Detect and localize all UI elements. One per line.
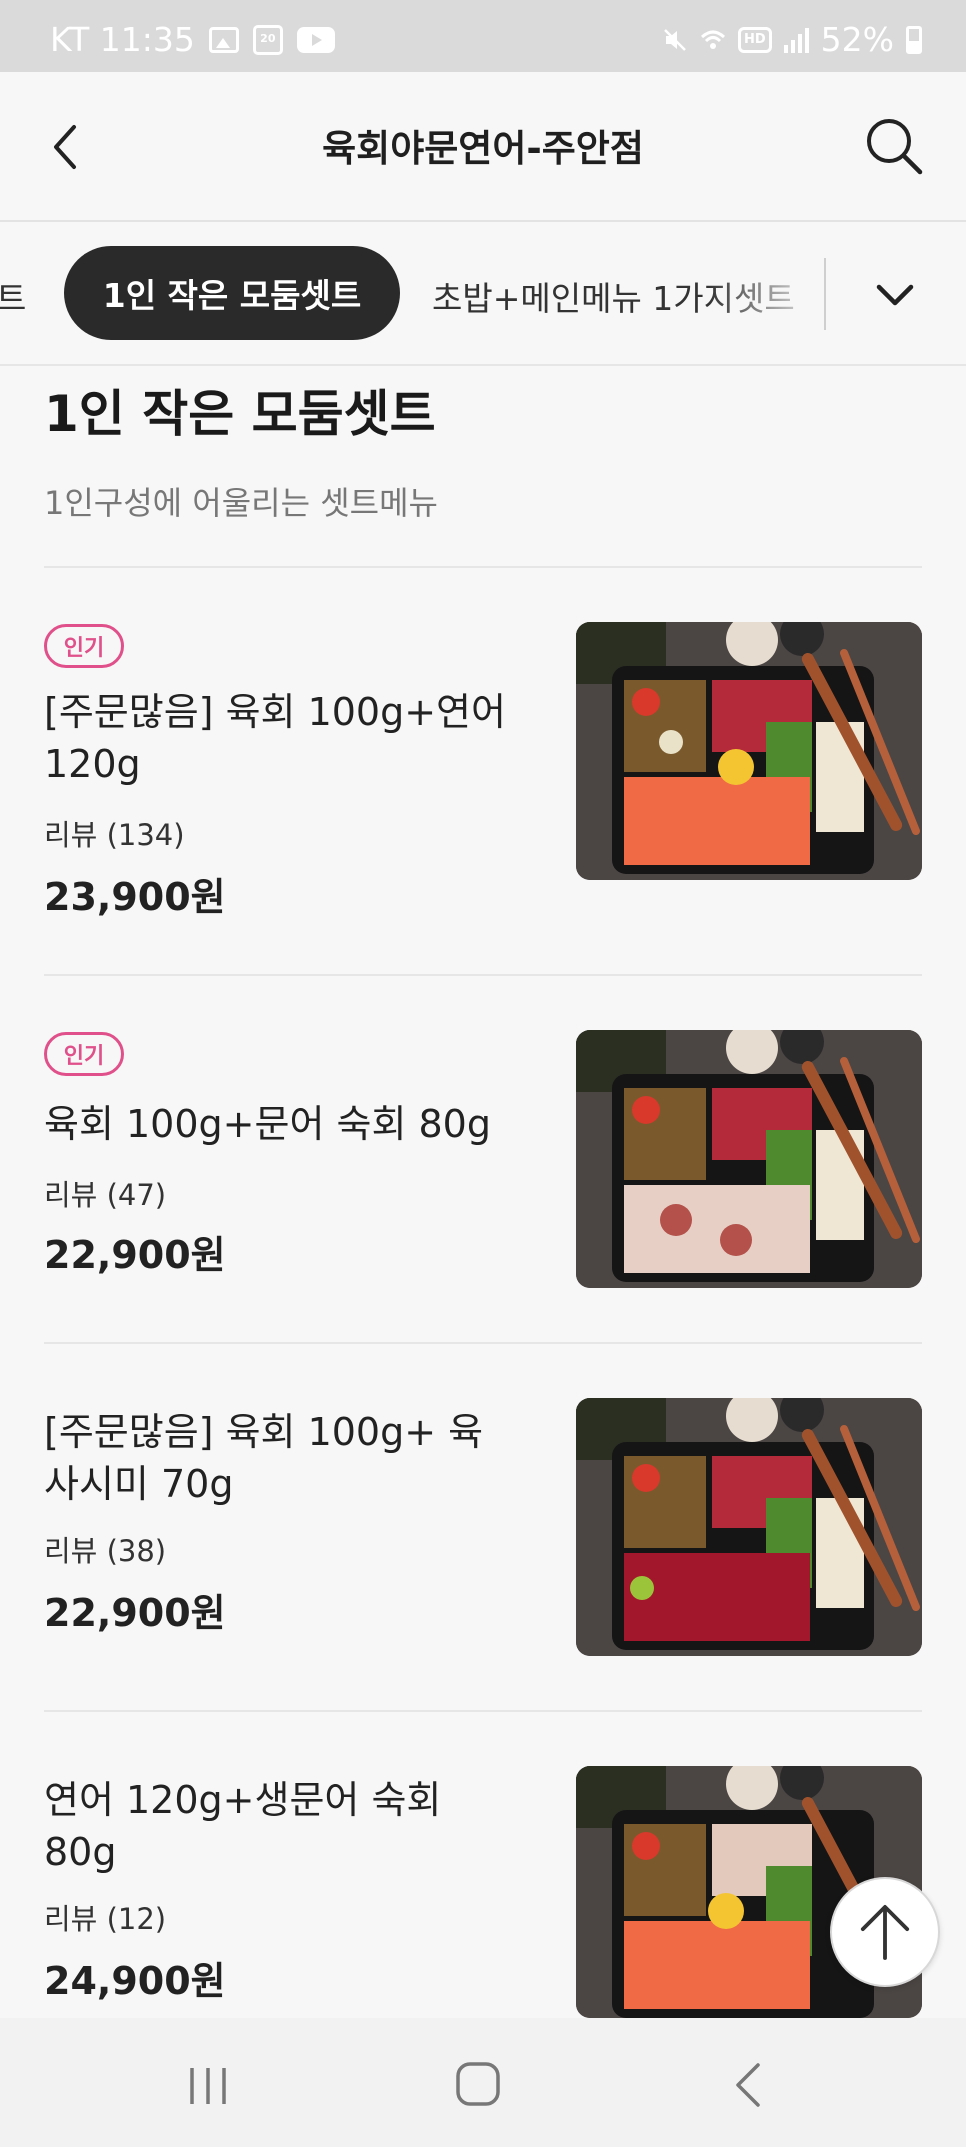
menu-item-price: 24,900원: [44, 1959, 226, 2003]
battery-percent: 52%: [820, 20, 894, 59]
menu-item-name: [주문많음] 육회 100g+ 육사시미 70g: [44, 1410, 484, 1506]
popular-badge: 인기: [44, 624, 124, 668]
twenty-notification-icon: 20: [252, 24, 283, 55]
tab-next[interactable]: 초밥+메인메뉴 1가지셋트: [432, 272, 827, 320]
signal-icon: [783, 27, 809, 53]
menu-item-review: 리뷰 (134): [44, 818, 185, 852]
youtube-notification-icon: [296, 26, 335, 53]
section-description: 1인구성에 어울리는 셋트메뉴: [44, 484, 438, 522]
tab-active[interactable]: 1인 작은 모둠셋트: [64, 246, 400, 340]
hd-voice-icon: HD: [737, 26, 772, 53]
menu-item[interactable]: [주문많음] 육회 100g+ 육사시미 70g 리뷰 (38) 22,900원: [44, 1398, 922, 1656]
search-icon[interactable]: [860, 112, 928, 180]
gallery-notification-icon: [208, 26, 239, 53]
menu-item-review: 리뷰 (38): [44, 1534, 167, 1568]
carrier-time: KT 11:35: [50, 20, 195, 59]
menu-item-name: 육회 100g+문어 숙회 80g: [44, 1102, 491, 1146]
battery-icon: [906, 25, 922, 54]
menu-item-price: 22,900원: [44, 1591, 226, 1635]
menu-item-price: 23,900원: [44, 875, 226, 919]
section-title: 1인 작은 모둠셋트: [44, 385, 436, 443]
arrow-up-icon[interactable]: [830, 1877, 940, 1987]
status-left: KT 11:35 20: [50, 20, 335, 59]
menu-item[interactable]: 인기 육회 100g+문어 숙회 80g 리뷰 (47) 22,900원: [44, 1030, 922, 1288]
status-bar: KT 11:35 20 HD 52%: [0, 0, 966, 72]
category-tabs: 트 1인 작은 모둠셋트 초밥+메인메뉴 1가지셋트: [0, 224, 966, 366]
menu-item-image: [576, 1030, 922, 1288]
nav-back-icon[interactable]: [728, 2060, 772, 2110]
tab-previous[interactable]: 트: [0, 272, 26, 320]
menu-item-image: [576, 622, 922, 880]
chevron-down-icon[interactable]: [870, 270, 920, 320]
divider: [44, 974, 922, 976]
menu-item-price: 22,900원: [44, 1233, 226, 1277]
app-header: 육회야문연어-주안점: [0, 72, 966, 222]
menu-item-name: 연어 120g+생문어 숙회 80g: [44, 1778, 442, 1874]
menu-item-review: 리뷰 (12): [44, 1902, 167, 1936]
menu-item-image: [576, 1398, 922, 1656]
tab-divider: [824, 258, 826, 330]
home-icon[interactable]: [454, 2060, 502, 2108]
status-right: HD 52%: [662, 20, 922, 59]
recents-icon[interactable]: [186, 2064, 230, 2108]
menu-item-name: [주문많음] 육회 100g+연어 120g: [44, 690, 506, 786]
menu-item[interactable]: 연어 120g+생문어 숙회 80g 리뷰 (12) 24,900원: [44, 1766, 922, 2018]
divider: [44, 1342, 922, 1344]
system-nav-bar: [0, 2018, 966, 2147]
menu-item-review: 리뷰 (47): [44, 1178, 167, 1212]
popular-badge: 인기: [44, 1032, 124, 1076]
wifi-icon: [700, 30, 725, 49]
mute-icon: [664, 28, 686, 51]
page-title: 육회야문연어-주안점: [322, 127, 644, 170]
menu-item[interactable]: 인기 [주문많음] 육회 100g+연어 120g 리뷰 (134) 23,90…: [44, 622, 922, 932]
divider: [44, 1710, 922, 1712]
divider: [44, 566, 922, 568]
